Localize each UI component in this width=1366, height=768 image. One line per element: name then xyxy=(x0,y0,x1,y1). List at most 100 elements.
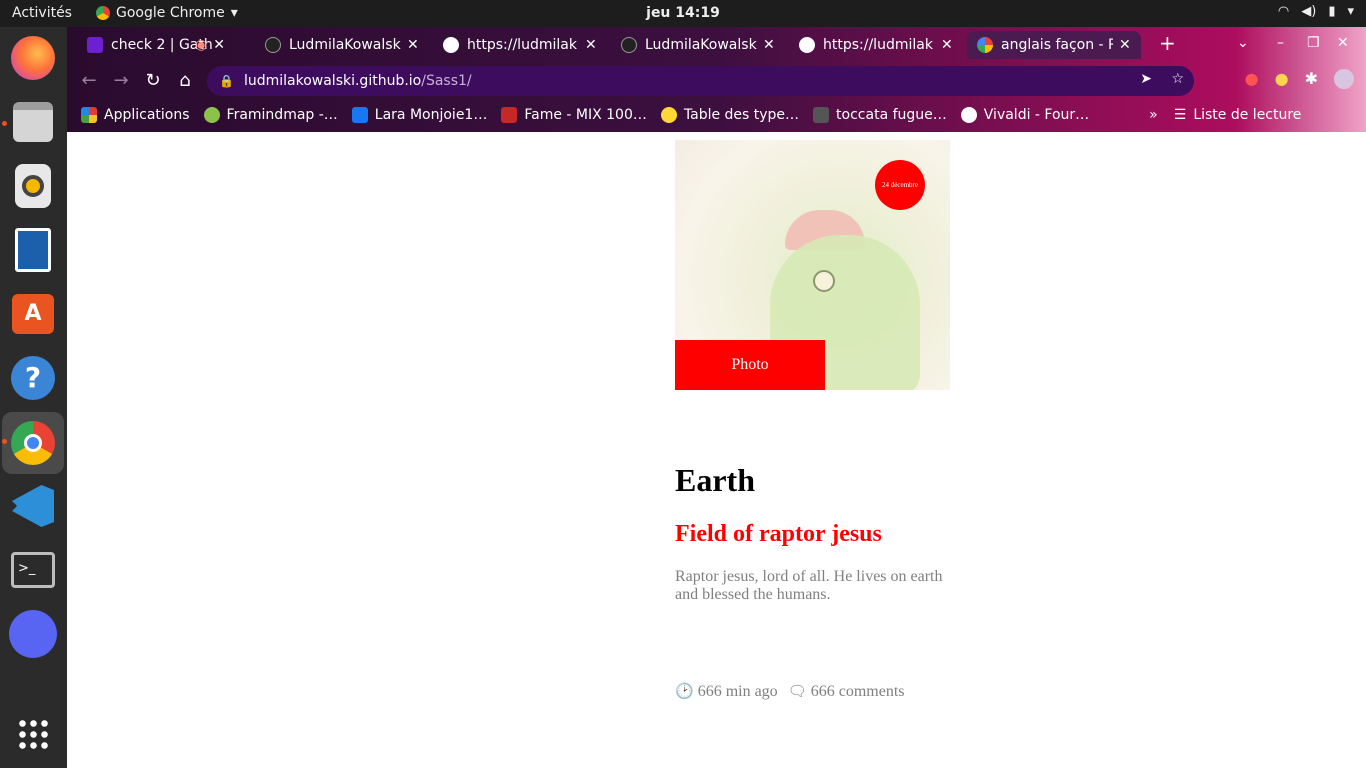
bookmark-label: toccata fugue… xyxy=(836,107,947,123)
home-button[interactable]: ⌂ xyxy=(173,69,197,93)
photo-button[interactable]: Photo xyxy=(675,340,825,390)
facebook-icon xyxy=(351,107,368,123)
star-icon[interactable]: ☆ xyxy=(1171,71,1184,87)
bookmarks-bar: Applications Framindmap -… Lara Monjoie1… xyxy=(67,101,1366,129)
back-button[interactable]: ← xyxy=(77,69,101,93)
comment-icon: 🗨 xyxy=(787,684,807,700)
bookmark-favicon xyxy=(660,107,677,123)
vscode-icon[interactable] xyxy=(8,481,58,531)
tab-active[interactable]: anglais façon - R ✕ xyxy=(967,31,1141,59)
show-applications-icon[interactable] xyxy=(8,709,58,759)
date-badge: 24 décembre xyxy=(875,160,925,210)
reload-button[interactable]: ↻ xyxy=(141,69,165,93)
dock: A ? >_ xyxy=(0,27,67,768)
bookmarks-overflow-icon[interactable]: » xyxy=(1149,107,1158,123)
tab[interactable]: LudmilaKowalsk ✕ xyxy=(611,31,785,59)
bookmark-item[interactable]: Vivaldi - Four… xyxy=(960,107,1090,123)
bookmark-label: Applications xyxy=(104,107,190,123)
volume-icon: ◀) xyxy=(1301,4,1317,19)
system-tray[interactable]: ◠ ◀) ▮ ▾ xyxy=(1278,4,1354,19)
photo-eye-shape xyxy=(813,270,835,292)
maximize-button[interactable]: ❐ xyxy=(1307,35,1320,51)
close-window-button[interactable]: ✕ xyxy=(1337,35,1349,51)
close-icon[interactable]: ✕ xyxy=(585,37,597,53)
battery-icon: ▮ xyxy=(1328,4,1336,19)
send-icon[interactable]: ➤ xyxy=(1140,71,1152,87)
globe-icon xyxy=(443,37,459,53)
tab[interactable]: check 2 | Gath ◉ ✕ xyxy=(77,31,235,59)
tab-label: anglais façon - R xyxy=(1001,37,1113,53)
bookmark-item[interactable]: Framindmap -… xyxy=(203,107,338,123)
clock[interactable]: jeu 14:19 xyxy=(0,5,1366,21)
puzzle-icon[interactable]: ✱ xyxy=(1305,69,1318,89)
bookmark-item[interactable]: Table des type… xyxy=(660,107,800,123)
article-body: Raptor jesus, lord of all. He lives on e… xyxy=(675,568,943,603)
reading-list-button[interactable]: ☰ Liste de lecture xyxy=(1174,107,1302,123)
tab-favicon xyxy=(87,37,103,53)
tab-search-icon[interactable]: ⌄ xyxy=(1237,35,1249,51)
wifi-icon: ◠ xyxy=(1277,4,1290,19)
tab-label: LudmilaKowalsk xyxy=(289,37,401,53)
profile-avatar[interactable] xyxy=(1334,69,1354,89)
close-icon[interactable]: ✕ xyxy=(941,37,953,53)
help-icon[interactable]: ? xyxy=(8,353,58,403)
google-icon xyxy=(977,37,993,53)
tab[interactable]: https://ludmilak ✕ xyxy=(433,31,607,59)
article-subtitle: Field of raptor jesus xyxy=(675,521,882,547)
toolbar: ← → ↻ ⌂ 🔒 ludmilakowalski.github.io/Sass… xyxy=(67,63,1366,99)
article-photo: 24 décembre Photo xyxy=(675,140,950,390)
forward-button[interactable]: → xyxy=(109,69,133,93)
tab-label: https://ludmilak xyxy=(823,37,933,53)
bookmark-label: Table des type… xyxy=(683,107,800,123)
globe-icon xyxy=(960,107,977,123)
url-host: ludmilakowalski.github.io xyxy=(243,73,422,89)
reading-list-icon: ☰ xyxy=(1173,107,1187,123)
chrome-dock-icon[interactable] xyxy=(2,412,64,474)
clock-icon: 🕑 xyxy=(675,684,694,700)
bookmark-item[interactable]: Lara Monjoie1… xyxy=(351,107,487,123)
running-indicator xyxy=(2,439,7,444)
bookmark-label: Fame - MIX 100… xyxy=(524,107,647,123)
comments-count[interactable]: 666 comments xyxy=(811,683,905,701)
globe-icon xyxy=(799,37,815,53)
bookmark-label: Vivaldi - Four… xyxy=(983,107,1090,123)
extension-icon[interactable]: ● xyxy=(1245,69,1259,89)
extension-icon[interactable]: ● xyxy=(1275,69,1289,89)
bookmark-label: Framindmap -… xyxy=(226,107,338,123)
bookmark-favicon xyxy=(203,107,220,123)
extensions-area: ● ● ✱ xyxy=(1245,69,1354,89)
tab-label: https://ludmilak xyxy=(467,37,577,53)
bookmark-favicon xyxy=(501,107,518,123)
firefox-icon[interactable] xyxy=(8,33,58,83)
tab[interactable]: https://ludmilak ✕ xyxy=(789,31,963,59)
browser-window: check 2 | Gath ◉ ✕ LudmilaKowalsk ✕ http… xyxy=(67,27,1366,132)
bookmark-item[interactable]: toccata fugue… xyxy=(813,107,947,123)
apps-grid-icon xyxy=(81,107,97,123)
minimize-button[interactable]: – xyxy=(1277,35,1284,51)
bookmark-item[interactable]: Fame - MIX 100… xyxy=(501,107,647,123)
files-icon[interactable] xyxy=(8,97,58,147)
rhythmbox-icon[interactable] xyxy=(8,161,58,211)
github-icon xyxy=(265,37,281,53)
bookmark-item[interactable]: Applications xyxy=(81,107,190,123)
close-icon[interactable]: ✕ xyxy=(407,37,419,53)
github-icon xyxy=(621,37,637,53)
system-top-bar: Activités Google Chrome ▾ jeu 14:19 ◠ ◀)… xyxy=(0,0,1366,27)
writer-icon[interactable] xyxy=(8,225,58,275)
new-tab-button[interactable]: + xyxy=(1159,31,1176,55)
tab[interactable]: LudmilaKowalsk ✕ xyxy=(255,31,429,59)
close-icon[interactable]: ✕ xyxy=(213,37,225,53)
terminal-icon[interactable]: >_ xyxy=(8,545,58,595)
web-page: 24 décembre Photo Earth Field of raptor … xyxy=(67,132,1366,768)
article-card: 24 décembre Photo Earth Field of raptor … xyxy=(675,140,950,701)
reading-list-label: Liste de lecture xyxy=(1193,107,1302,123)
recording-icon: ◉ xyxy=(195,37,208,53)
address-bar[interactable]: 🔒 ludmilakowalski.github.io/Sass1/ ➤ ☆ xyxy=(207,66,1194,96)
tab-label: LudmilaKowalsk xyxy=(645,37,757,53)
close-icon[interactable]: ✕ xyxy=(1119,37,1131,53)
software-center-icon[interactable]: A xyxy=(8,289,58,339)
close-icon[interactable]: ✕ xyxy=(763,37,775,53)
lock-icon: 🔒 xyxy=(219,74,234,88)
discord-icon[interactable] xyxy=(8,609,58,659)
url-path: /Sass1/ xyxy=(421,73,472,89)
